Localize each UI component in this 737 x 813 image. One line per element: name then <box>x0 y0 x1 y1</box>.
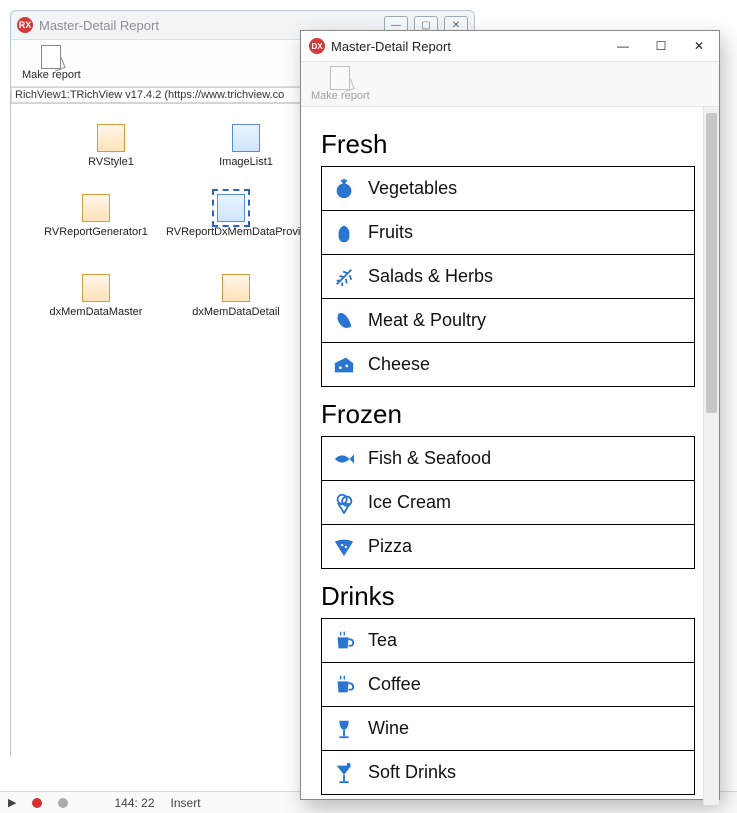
item-label: Salads & Herbs <box>368 266 493 287</box>
list-item: Meat & Poultry <box>322 299 694 343</box>
category-items: Fish & Seafood Ice Cream Pizza <box>321 436 695 569</box>
category-header: Drinks <box>321 581 695 612</box>
item-label: Wine <box>368 718 409 739</box>
report-app-logo-icon: DX <box>309 38 325 54</box>
component-caption: RVReportDxMemDataProvider1 <box>166 226 296 238</box>
component-glyph-icon <box>82 274 110 302</box>
report-scroll-area[interactable]: Fresh Vegetables Fruits Salads & Herbs Meat … <box>301 107 703 805</box>
component-glyph-icon <box>222 274 250 302</box>
record-indicator-icon[interactable] <box>32 798 42 808</box>
component-dxmemdatamaster[interactable]: dxMemDataMaster <box>31 274 161 318</box>
app-logo-icon: RX <box>17 17 33 33</box>
cocktail-icon <box>332 761 356 785</box>
document-icon <box>41 45 61 69</box>
tomato-icon <box>332 177 356 201</box>
fish-icon <box>332 447 356 471</box>
component-rvreportgenerator1[interactable]: RVReportGenerator1 <box>31 194 161 238</box>
cheese-icon <box>332 353 356 377</box>
list-item: Ice Cream <box>322 481 694 525</box>
document-icon <box>330 66 350 90</box>
herb-icon <box>332 265 356 289</box>
list-item: Cheese <box>322 343 694 387</box>
stop-indicator-icon[interactable] <box>58 798 68 808</box>
report-window: DX Master-Detail Report — ☐ ✕ Make repor… <box>300 30 720 800</box>
report-close-button[interactable]: ✕ <box>687 35 711 57</box>
component-caption: dxMemDataMaster <box>31 306 161 318</box>
list-item: Salads & Herbs <box>322 255 694 299</box>
list-item: Coffee <box>322 663 694 707</box>
scrollbar-thumb[interactable] <box>706 113 717 413</box>
list-item: Fish & Seafood <box>322 437 694 481</box>
item-label: Fruits <box>368 222 413 243</box>
cup-icon <box>332 673 356 697</box>
run-indicator-icon[interactable]: ▶ <box>8 796 16 809</box>
wine-icon <box>332 717 356 741</box>
list-item: Fruits <box>322 211 694 255</box>
component-rvreportdxmemdataprovider1[interactable]: RVReportDxMemDataProvider1 <box>166 194 296 238</box>
fruit-icon <box>332 221 356 245</box>
list-item: Tea <box>322 619 694 663</box>
cursor-position: 144: 22 <box>114 796 154 810</box>
component-caption: ImageList1 <box>181 156 311 168</box>
component-glyph-icon <box>217 194 245 222</box>
category-items: Vegetables Fruits Salads & Herbs Meat & Pou… <box>321 166 695 387</box>
category-items: Tea Coffee Wine Soft Drinks <box>321 618 695 795</box>
category-header: Fresh <box>321 129 695 160</box>
item-label: Pizza <box>368 536 412 557</box>
component-imagelist1[interactable]: ImageList1 <box>181 124 311 168</box>
cup-icon <box>332 629 356 653</box>
list-item: Wine <box>322 707 694 751</box>
list-item: Soft Drinks <box>322 751 694 795</box>
item-label: Cheese <box>368 354 430 375</box>
report-minimize-button[interactable]: — <box>611 35 635 57</box>
list-item: Pizza <box>322 525 694 569</box>
report-make-report-label: Make report <box>311 90 370 102</box>
component-glyph-icon <box>97 124 125 152</box>
component-caption: RVStyle1 <box>46 156 176 168</box>
designer-title-text: Master-Detail Report <box>39 18 159 33</box>
component-glyph-icon <box>232 124 260 152</box>
report-maximize-button[interactable]: ☐ <box>649 35 673 57</box>
list-item: Vegetables <box>322 167 694 211</box>
make-report-button[interactable]: Make report <box>15 42 88 84</box>
insert-mode: Insert <box>171 796 201 810</box>
report-make-report-button[interactable]: Make report <box>307 66 374 102</box>
component-rvstyle1[interactable]: RVStyle1 <box>46 124 176 168</box>
report-toolbar: Make report <box>301 61 719 107</box>
component-glyph-icon <box>82 194 110 222</box>
item-label: Tea <box>368 630 397 651</box>
item-label: Vegetables <box>368 178 457 199</box>
component-caption: RVReportGenerator1 <box>31 226 161 238</box>
component-dxmemdatadetail[interactable]: dxMemDataDetail <box>171 274 301 318</box>
item-label: Meat & Poultry <box>368 310 486 331</box>
component-caption: dxMemDataDetail <box>171 306 301 318</box>
make-report-label: Make report <box>22 69 81 81</box>
report-body: Fresh Vegetables Fruits Salads & Herbs Meat … <box>301 107 719 805</box>
report-titlebar[interactable]: DX Master-Detail Report — ☐ ✕ <box>301 31 719 61</box>
category-header: Frozen <box>321 399 695 430</box>
item-label: Soft Drinks <box>368 762 456 783</box>
pizza-icon <box>332 535 356 559</box>
icecream-icon <box>332 491 356 515</box>
item-label: Fish & Seafood <box>368 448 491 469</box>
vertical-scrollbar[interactable] <box>703 107 719 805</box>
meat-icon <box>332 309 356 333</box>
item-label: Ice Cream <box>368 492 451 513</box>
report-title-text: Master-Detail Report <box>331 39 451 54</box>
item-label: Coffee <box>368 674 421 695</box>
